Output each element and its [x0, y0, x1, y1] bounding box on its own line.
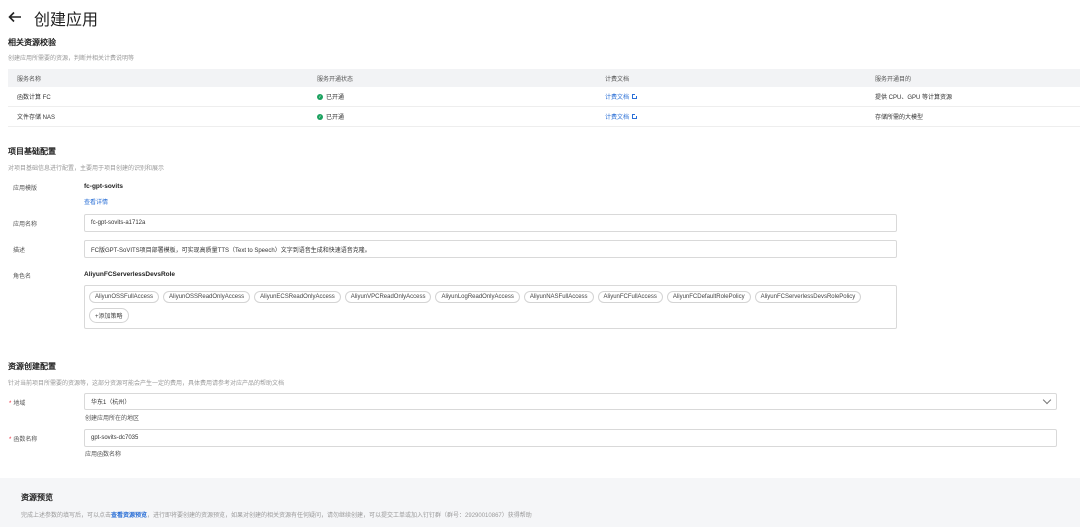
app-name-input[interactable]: fc-gpt-sovits-a1712a — [84, 214, 897, 232]
resource-check-title: 相关资源校验 — [8, 38, 56, 47]
column-header: 计费文档 — [605, 76, 630, 83]
billing-doc-text[interactable]: 计费文档 — [605, 112, 629, 121]
table-row: 文件存储 NAS ✓ 已开通 计费文档 存储所需的大模型 — [8, 107, 1080, 127]
function-name-input[interactable]: gpt-sovits-dc7035 — [84, 429, 1057, 447]
billing-doc-text[interactable]: 计费文档 — [605, 92, 629, 101]
check-circle-icon: ✓ — [317, 93, 323, 100]
column-header: 服务开通状态 — [317, 76, 354, 83]
policy-tag[interactable]: AliyunLogReadOnlyAccess — [435, 291, 520, 303]
basic-config-desc: 对项目基础信息进行配置，主要用于项目创建的识别和展示 — [8, 166, 165, 172]
check-circle-icon: ✓ — [317, 113, 323, 120]
required-mark: * — [9, 401, 12, 407]
billing-doc-link[interactable]: 计费文档 — [605, 112, 875, 121]
region-value: 华东1（杭州） — [91, 400, 131, 406]
resource-preview-panel — [0, 478, 1080, 527]
policy-tag[interactable]: AliyunECSReadOnlyAccess — [254, 291, 341, 303]
policy-tag[interactable]: AliyunNASFullAccess — [523, 291, 594, 303]
policy-tag[interactable]: AliyunVPCReadOnlyAccess — [344, 291, 432, 303]
role-label: 角色名 — [13, 274, 32, 280]
policy-tag[interactable]: AliyunFCDefaultRolePolicy — [666, 291, 751, 303]
region-select[interactable]: 华东1（杭州） — [84, 393, 1057, 410]
region-label: * 地域 — [9, 401, 26, 407]
status-text: 已开通 — [326, 95, 345, 101]
role-value: AliyunFCServerlessDevsRole — [84, 271, 176, 278]
billing-doc-link[interactable]: 计费文档 — [605, 92, 875, 101]
service-status: ✓ 已开通 — [317, 92, 605, 101]
external-link-icon — [632, 113, 639, 119]
service-name: 函数计算 FC — [17, 95, 51, 101]
page-title: 创建应用 — [34, 12, 99, 29]
add-policy-button[interactable]: +添加策略 — [89, 308, 129, 323]
resource-config-title: 资源创建配置 — [8, 362, 56, 371]
function-name-value: gpt-sovits-dc7035 — [91, 435, 139, 441]
service-purpose: 存储所需的大模型 — [875, 115, 924, 121]
app-name-value: fc-gpt-sovits-a1712a — [91, 220, 146, 226]
template-value: fc-gpt-sovits — [84, 183, 123, 190]
view-details-link[interactable]: 查看详情 — [84, 197, 108, 206]
table-header: 服务名称 服务开通状态 计费文档 服务开通目的 — [8, 69, 1080, 87]
column-header: 服务名称 — [17, 76, 42, 83]
template-label: 应用模版 — [13, 186, 38, 192]
policy-tag[interactable]: AliyunFCServerlessDevsRolePolicy — [754, 291, 862, 303]
service-purpose: 提供 CPU、GPU 等计算资源 — [875, 95, 953, 101]
required-mark: * — [9, 437, 12, 443]
region-hint: 创建应用所在的地区 — [85, 416, 140, 422]
app-name-label: 应用名称 — [13, 222, 38, 228]
page-header: 创建应用 — [8, 7, 98, 29]
description-value: FC版GPT-SoVITS项目部署模板，可实现高质量TTS（Text to Sp… — [91, 247, 371, 254]
external-link-icon — [632, 93, 639, 99]
policy-list: AliyunOSSFullAccess AliyunOSSReadOnlyAcc… — [84, 285, 897, 329]
table-row: 函数计算 FC ✓ 已开通 计费文档 提供 CPU、GPU 等计算资源 — [8, 87, 1080, 107]
service-status: ✓ 已开通 — [317, 112, 605, 121]
chevron-down-icon — [1042, 395, 1052, 405]
resource-check-desc: 创建应用所需要的资源，判断并相关计费说明等 — [8, 56, 135, 62]
basic-config-title: 项目基础配置 — [8, 147, 56, 156]
resource-config-desc: 针对当前项目所需要的资源等，这部分资源可能会产生一定的费用，具体费用请参考对应产… — [8, 381, 285, 387]
column-header: 服务开通目的 — [875, 76, 912, 83]
view-resource-preview-link[interactable]: 查看资源预览 — [111, 513, 147, 519]
service-name: 文件存储 NAS — [17, 115, 56, 121]
status-text: 已开通 — [326, 115, 345, 121]
policy-tag[interactable]: AliyunFCFullAccess — [597, 291, 663, 303]
description-label: 描述 — [13, 248, 26, 254]
resource-preview-title: 资源预览 — [21, 493, 53, 502]
service-table: 服务名称 服务开通状态 计费文档 服务开通目的 函数计算 FC ✓ 已开通 计费… — [8, 69, 1080, 127]
policy-tag[interactable]: AliyunOSSFullAccess — [89, 291, 160, 303]
resource-preview-desc: 完成上述参数的填写后，可以点击查看资源预览，进行即将要创建的资源预览，如果对创建… — [21, 513, 532, 519]
function-name-hint: 应用函数名称 — [85, 452, 122, 458]
description-input[interactable]: FC版GPT-SoVITS项目部署模板，可实现高质量TTS（Text to Sp… — [84, 240, 897, 258]
function-name-label: * 函数名称 — [9, 437, 38, 443]
back-arrow-icon[interactable] — [8, 9, 26, 27]
policy-tag[interactable]: AliyunOSSReadOnlyAccess — [163, 291, 251, 303]
